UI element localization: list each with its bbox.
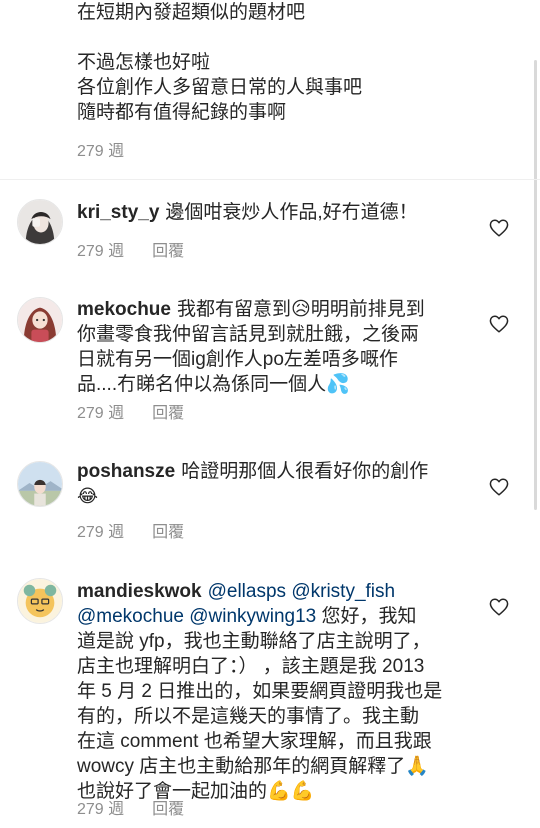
reply-button[interactable]: 回覆 [152,405,184,422]
reply-button[interactable]: 回覆 [152,801,184,818]
divider [0,179,540,180]
previous-comment-text: 在短期內發超類似的題材吧 不過怎樣也好啦 各位創作人多留意日常的人與事吧 隨時都… [77,0,517,125]
comment-meta: 279 週 回覆 [77,399,212,423]
comment-username[interactable]: kri_sty_y [77,202,159,223]
avatar[interactable] [17,461,63,507]
reply-button[interactable]: 回覆 [152,524,184,541]
comment-meta: 279 週 回覆 [77,795,212,819]
mention-link[interactable]: @kristy_fish [291,581,395,602]
like-heart-icon[interactable] [489,315,509,333]
comment-text: 店主也理解明白了：） ，該主題是我 2013 [77,656,425,677]
comment-line: 各位創作人多留意日常的人與事吧 [77,77,363,98]
comment-timestamp: 279 週 [77,405,125,422]
mention-link[interactable]: @ellasps [208,581,286,602]
comment-text: 品....冇睇名仲以為係同一個人💦 [77,374,350,395]
comment-line: 隨時都有值得紀錄的事啊 [77,102,287,123]
mention-link[interactable]: @winkywing13 [189,606,316,627]
comment-username[interactable]: poshansze [77,461,175,482]
comment-text: 您好，我知 [321,606,417,627]
avatar[interactable] [17,578,63,624]
previous-comment-meta: 279 週 [77,137,152,161]
comment-line: 不過怎樣也好啦 [77,52,211,73]
comment-text: 😂 [77,486,99,507]
comment-text: 邊個咁衰炒人作品,好冇道德！ [165,202,418,223]
mention-link[interactable]: @mekochue [77,606,184,627]
comment-text: 哈證明那個人很看好你的創作 [181,461,429,482]
comment-username[interactable]: mekochue [77,299,171,320]
comment-timestamp: 279 週 [77,524,125,541]
comment-text: 你畫零食我仲留言話見到就肚餓，之後兩 [77,324,420,345]
comment-text: 我都有留意到😥明明前排見到 [176,299,425,320]
comment-text: 在這 comment 也希望大家理解，而且我跟 [77,731,432,752]
comment-text: 日就有另一個ig創作人po左差唔多嘅作 [77,349,398,370]
comment-meta: 279 週 回覆 [77,237,212,261]
comment-line: 在短期內發超類似的題材吧 [77,2,306,23]
comment-text: 有的，所以不是這幾天的事情了。我主動 [77,706,420,727]
avatar[interactable] [17,297,63,343]
comment-text: 年 5 月 2 日推出的，如果要網頁證明我也是 [77,681,443,702]
comment-text: wowcy 店主也主動給那年的網頁解釋了🙏 [77,756,429,777]
comment-meta: 279 週 回覆 [77,518,212,542]
like-heart-icon[interactable] [489,598,509,616]
avatar[interactable] [17,199,63,245]
scrollbar[interactable] [534,60,537,510]
comment-username[interactable]: mandieskwok [77,581,202,602]
like-heart-icon[interactable] [489,478,509,496]
comment-timestamp: 279 週 [77,243,125,260]
comment-text: 道是說 yfp，我也主動聯絡了店主說明了， [77,631,431,652]
reply-button[interactable]: 回覆 [152,243,184,260]
comment-timestamp: 279 週 [77,143,125,160]
like-heart-icon[interactable] [489,219,509,237]
comment-timestamp: 279 週 [77,801,125,818]
